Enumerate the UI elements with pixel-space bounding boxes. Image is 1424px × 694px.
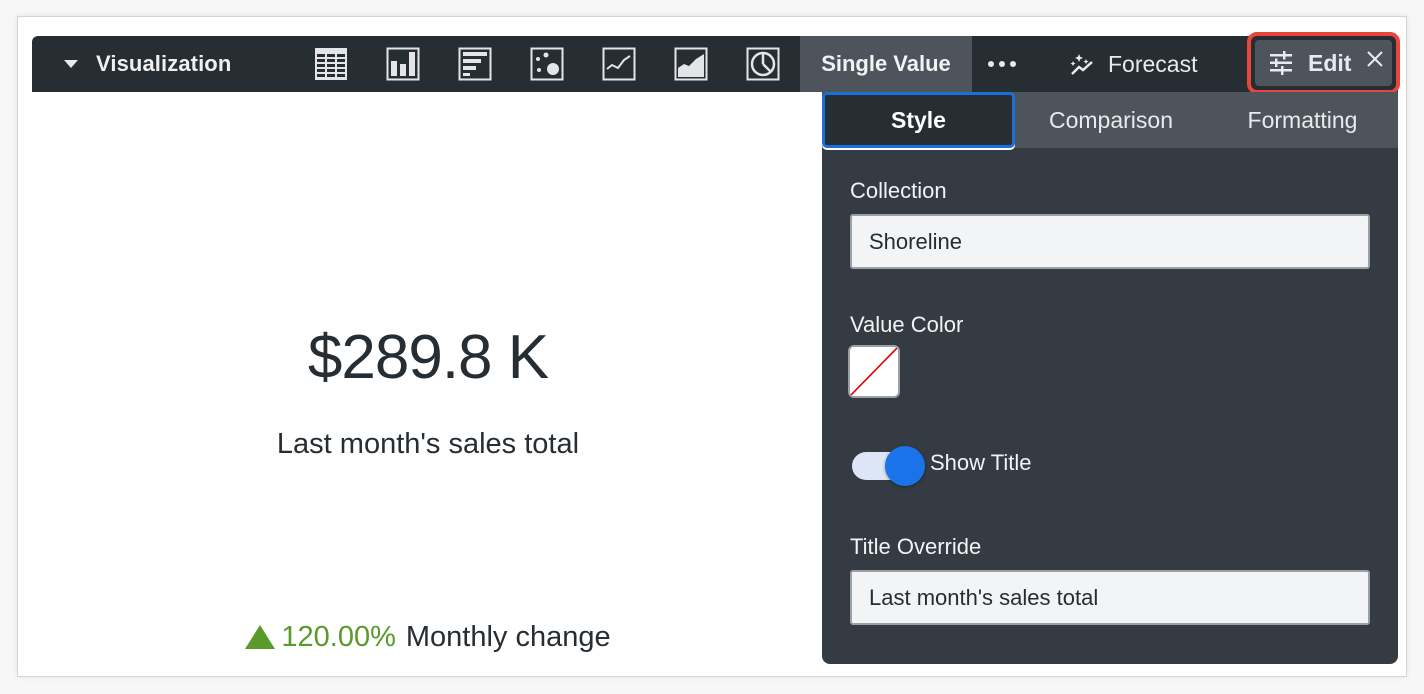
scatter-chart-icon[interactable] — [530, 47, 564, 81]
comparison-row: 120.00% Monthly change — [128, 621, 728, 654]
edit-highlight: Edit — [1247, 32, 1400, 94]
show-title-label: Show Title — [930, 450, 1032, 475]
triangle-up-icon — [245, 624, 276, 649]
pie-chart-icon[interactable] — [746, 47, 780, 81]
title-override-label: Title Override — [850, 534, 982, 559]
comparison-percent: 120.00% — [281, 621, 396, 653]
comparison-label: Monthly change — [405, 621, 611, 653]
column-chart-icon[interactable] — [386, 47, 420, 81]
edit-panel: Style Comparison Formatting Collection S… — [822, 92, 1398, 664]
collection-label: Collection — [850, 178, 947, 203]
line-chart-icon[interactable] — [602, 47, 636, 81]
single-value-type-button[interactable]: Single Value — [800, 36, 972, 92]
forecast-button[interactable]: Forecast — [1068, 36, 1197, 92]
forecast-sparkle-icon — [1070, 54, 1093, 75]
visualization-label: Visualization — [96, 51, 232, 76]
tab-comparison[interactable]: Comparison — [1015, 92, 1207, 148]
tab-style[interactable]: Style — [822, 92, 1015, 148]
tune-sliders-icon — [1270, 51, 1292, 75]
visualization-collapse-toggle[interactable]: Visualization — [32, 36, 231, 92]
edit-label: Edit — [1308, 49, 1352, 76]
single-value: $289.8 K — [307, 323, 549, 392]
single-value-title: Last month's sales total — [276, 428, 580, 460]
value-color-label: Value Color — [850, 312, 964, 337]
tab-formatting[interactable]: Formatting — [1207, 92, 1398, 148]
show-title-toggle[interactable] — [852, 446, 926, 486]
collection-select[interactable]: Shoreline — [850, 214, 1370, 269]
visualization-toolbar: Visualization Single Value Forecast Edit — [32, 32, 1400, 94]
caret-down-icon — [64, 60, 78, 68]
close-icon[interactable] — [1364, 48, 1386, 70]
title-override-input[interactable]: Last month's sales total — [850, 570, 1370, 625]
bar-chart-icon[interactable] — [458, 47, 492, 81]
forecast-label: Forecast — [1108, 50, 1198, 77]
value-color-swatch[interactable] — [848, 345, 900, 398]
more-horizontal-icon[interactable] — [972, 36, 1032, 92]
edit-panel-tabs: Style Comparison Formatting — [822, 92, 1398, 148]
table-chart-icon[interactable] — [314, 47, 348, 81]
area-chart-icon[interactable] — [674, 47, 708, 81]
